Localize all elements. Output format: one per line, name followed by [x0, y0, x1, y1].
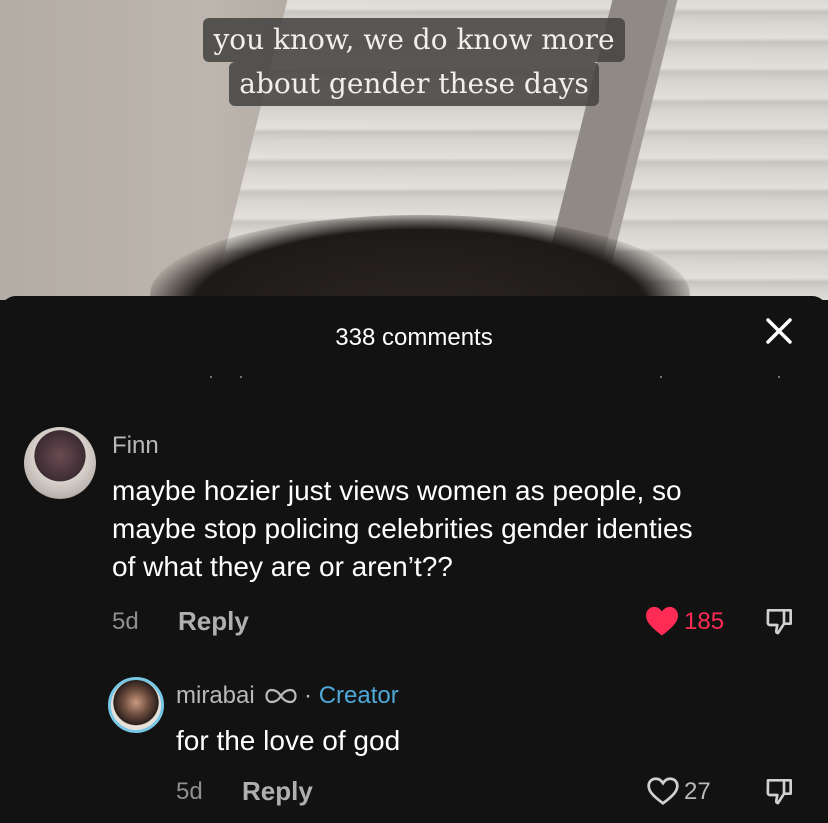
- caption-line: about gender these days: [229, 62, 599, 106]
- comment-age: 5d: [112, 608, 139, 635]
- like-count: 27: [684, 778, 711, 805]
- caption-line: you know, we do know more: [203, 18, 625, 62]
- avatar[interactable]: [24, 427, 96, 499]
- comment-text: maybe hozier just views women as people,…: [112, 472, 812, 586]
- creator-label: Creator: [318, 682, 399, 709]
- video-caption: you know, we do know more about gender t…: [0, 18, 828, 106]
- reply-author[interactable]: mirabai: [176, 682, 255, 709]
- comment-line: of what they are or aren’t??: [112, 551, 453, 582]
- avatar[interactable]: [108, 677, 164, 733]
- close-icon[interactable]: [764, 316, 794, 346]
- scroll-trace: [778, 376, 780, 378]
- heart-filled-icon[interactable]: [644, 605, 680, 637]
- video-frame[interactable]: you know, we do know more about gender t…: [0, 0, 828, 300]
- reply-author-row: mirabai · Creator: [176, 682, 399, 711]
- reply-button[interactable]: Reply: [178, 606, 249, 637]
- infinity-icon: [265, 683, 297, 711]
- scroll-trace: [210, 376, 212, 378]
- like-count: 185: [684, 608, 725, 635]
- comments-sheet: 338 comments Finn maybe hozier just view…: [0, 296, 828, 823]
- dislike-icon[interactable]: [764, 605, 796, 637]
- scroll-trace: [660, 376, 662, 378]
- comments-count-title: 338 comments: [335, 324, 493, 351]
- scroll-trace: [240, 376, 242, 378]
- comment-line: maybe stop policing celebrities gender i…: [112, 513, 693, 544]
- reply-age: 5d: [176, 778, 203, 805]
- reply-button[interactable]: Reply: [242, 776, 313, 807]
- heart-outline-icon[interactable]: [646, 776, 680, 806]
- reply-text: for the love of god: [176, 725, 401, 756]
- separator: ·: [304, 682, 313, 709]
- dislike-icon[interactable]: [764, 775, 796, 807]
- comment-line: maybe hozier just views women as people,…: [112, 475, 682, 506]
- comment-author[interactable]: Finn: [112, 432, 159, 460]
